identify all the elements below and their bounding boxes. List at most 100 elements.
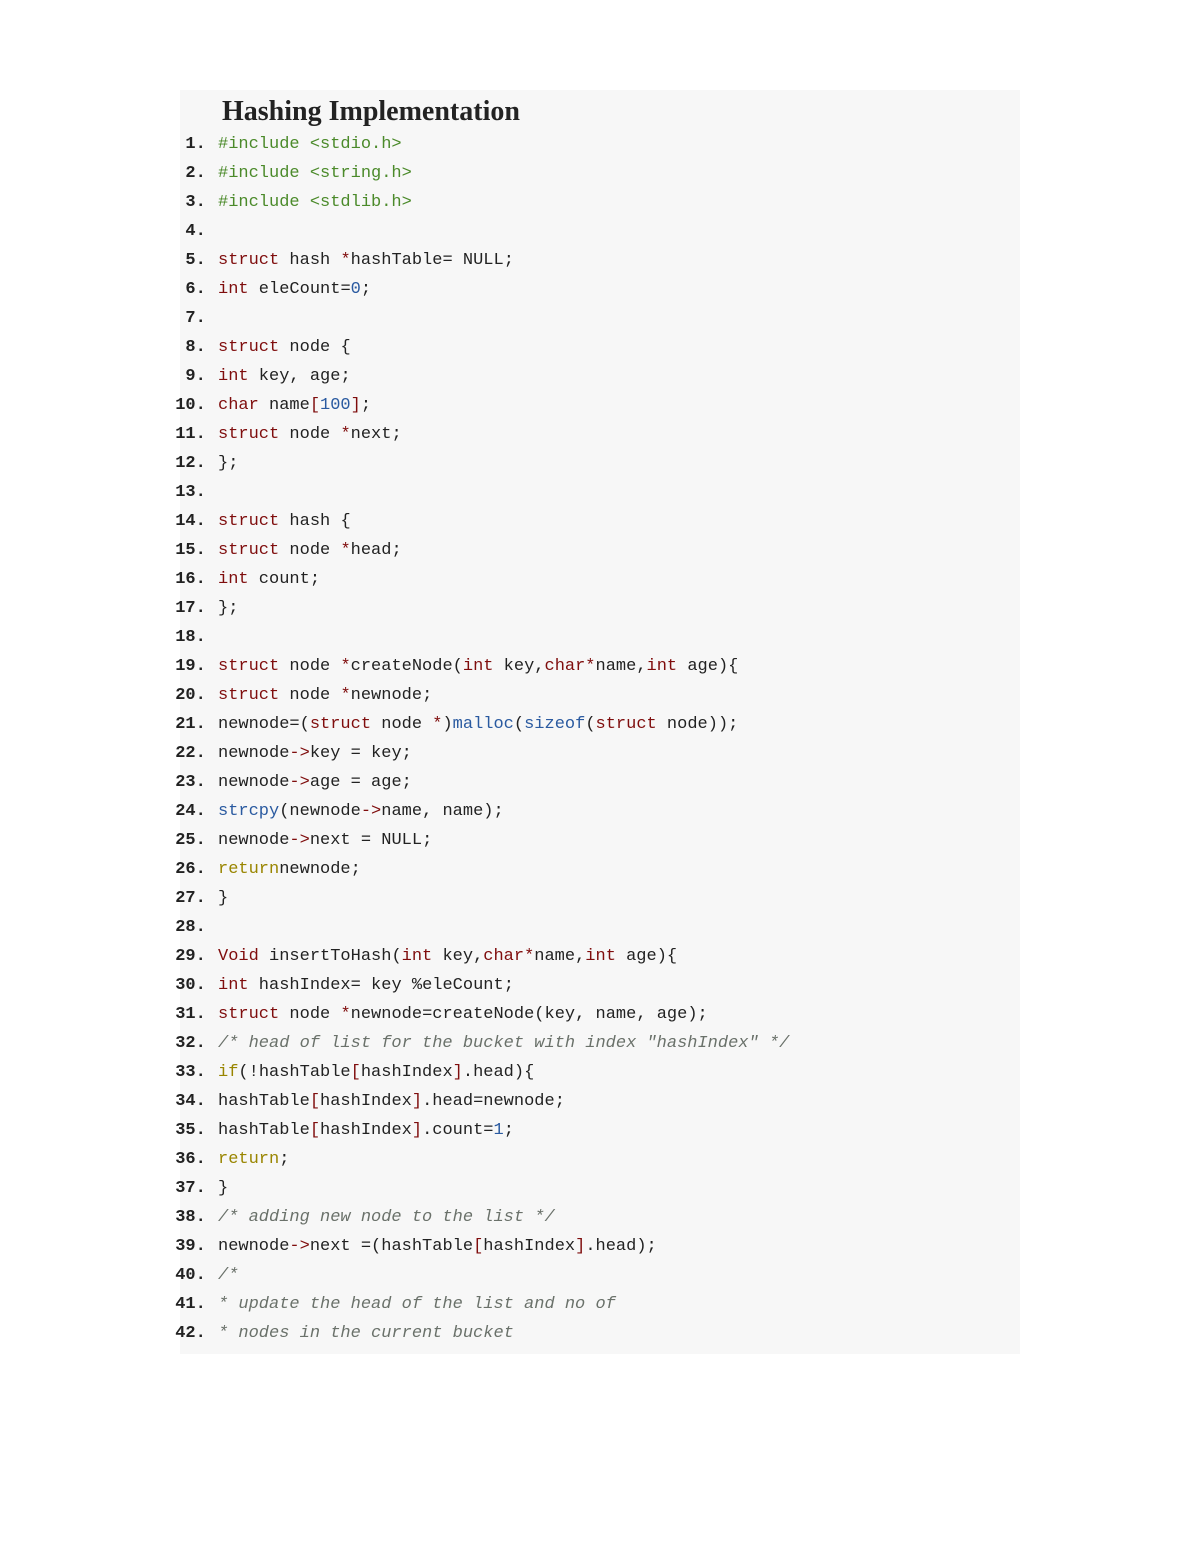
code-line: /* head of list for the bucket with inde… bbox=[216, 1029, 1014, 1058]
code-token: hashIndex bbox=[249, 976, 351, 995]
code-token: ) bbox=[514, 1063, 524, 1082]
code-token: ; bbox=[555, 1092, 565, 1111]
code-token: , bbox=[289, 367, 299, 386]
code-token: hashTable bbox=[218, 1092, 310, 1111]
code-token: int bbox=[647, 657, 678, 676]
code-token: newnode bbox=[218, 831, 289, 850]
code-token: ] bbox=[351, 396, 361, 415]
code-token: node bbox=[657, 715, 708, 734]
code-token: key bbox=[249, 367, 290, 386]
code-line bbox=[216, 217, 1014, 246]
code-token: name bbox=[381, 802, 422, 821]
code-token: strcpy bbox=[218, 802, 279, 821]
code-token: * bbox=[340, 657, 350, 676]
code-token: key bbox=[361, 976, 412, 995]
code-token: char* bbox=[545, 657, 596, 676]
code-block: Hashing Implementation #include <stdio.h… bbox=[180, 90, 1020, 1354]
code-line bbox=[216, 304, 1014, 333]
code-token: = bbox=[483, 1121, 493, 1140]
code-token: * bbox=[340, 251, 350, 270]
code-line: #include <string.h> bbox=[216, 159, 1014, 188]
code-token: ; bbox=[402, 744, 412, 763]
code-token: ( bbox=[453, 657, 463, 676]
code-token: ( bbox=[534, 1005, 544, 1024]
code-token: name bbox=[596, 657, 637, 676]
code-line: } bbox=[216, 884, 1014, 913]
code-token: /* bbox=[218, 1266, 238, 1285]
code-token: ) bbox=[483, 802, 493, 821]
code-token: age bbox=[310, 773, 351, 792]
code-token: insertToHash bbox=[259, 947, 392, 966]
code-token: * update the head of the list and no of bbox=[218, 1295, 616, 1314]
code-line: int hashIndex= key %eleCount; bbox=[216, 971, 1014, 1000]
code-token: hashIndex bbox=[483, 1237, 575, 1256]
code-token: struct bbox=[596, 715, 657, 734]
code-token: ; bbox=[504, 251, 514, 270]
code-line: hashTable[hashIndex].count=1; bbox=[216, 1116, 1014, 1145]
code-token: . bbox=[422, 1092, 432, 1111]
code-token: node bbox=[279, 425, 340, 444]
code-token: ( bbox=[514, 715, 524, 734]
code-token: key bbox=[310, 744, 351, 763]
code-token: , bbox=[575, 947, 585, 966]
code-token: ) bbox=[718, 657, 728, 676]
code-token: #include <stdio.h> bbox=[218, 135, 402, 154]
code-token: head bbox=[473, 1063, 514, 1082]
code-token: )) bbox=[708, 715, 728, 734]
code-token: return bbox=[218, 1150, 279, 1169]
code-token: head bbox=[596, 1237, 637, 1256]
page-title: Hashing Implementation bbox=[186, 90, 1014, 130]
code-token: node bbox=[279, 541, 340, 560]
code-token: ; bbox=[422, 831, 432, 850]
code-token: name bbox=[534, 947, 575, 966]
code-line: returnnewnode; bbox=[216, 855, 1014, 884]
code-token: age bbox=[677, 657, 718, 676]
code-token: -> bbox=[289, 831, 309, 850]
code-token: = bbox=[351, 773, 361, 792]
code-line: struct hash { bbox=[216, 507, 1014, 536]
code-token: , bbox=[534, 657, 544, 676]
code-token: eleCount bbox=[249, 280, 341, 299]
code-token: ; bbox=[361, 396, 371, 415]
code-line: Void insertToHash(int key,char*name,int … bbox=[216, 942, 1014, 971]
code-token: newnode bbox=[218, 773, 289, 792]
code-token: } bbox=[218, 1179, 228, 1198]
code-token: { bbox=[524, 1063, 534, 1082]
code-token: age bbox=[647, 1005, 688, 1024]
code-token: , bbox=[636, 657, 646, 676]
code-token: count bbox=[432, 1121, 483, 1140]
code-token: ( bbox=[371, 1237, 381, 1256]
code-line: int key, age; bbox=[216, 362, 1014, 391]
code-token: NULL bbox=[453, 251, 504, 270]
code-token: newnode bbox=[351, 1005, 422, 1024]
code-token: * bbox=[340, 1005, 350, 1024]
code-line: struct node *newnode=createNode(key, nam… bbox=[216, 1000, 1014, 1029]
document-page: Hashing Implementation #include <stdio.h… bbox=[0, 0, 1200, 1553]
code-token: #include <string.h> bbox=[218, 164, 412, 183]
code-token: node bbox=[279, 338, 340, 357]
code-token: age bbox=[300, 367, 341, 386]
code-token: key bbox=[432, 947, 473, 966]
code-token: count bbox=[249, 570, 310, 589]
code-token: -> bbox=[289, 773, 309, 792]
code-token: sizeof bbox=[524, 715, 585, 734]
code-line: newnode->next = NULL; bbox=[216, 826, 1014, 855]
code-token: #include <stdlib.h> bbox=[218, 193, 412, 212]
code-token: [ bbox=[310, 1092, 320, 1111]
code-line: strcpy(newnode->name, name); bbox=[216, 797, 1014, 826]
code-line: newnode->key = key; bbox=[216, 739, 1014, 768]
code-line: /* adding new node to the list */ bbox=[216, 1203, 1014, 1232]
code-line: struct hash *hashTable= NULL; bbox=[216, 246, 1014, 275]
code-line: }; bbox=[216, 594, 1014, 623]
code-token: node bbox=[279, 686, 340, 705]
code-token: struct bbox=[218, 657, 279, 676]
code-token: = bbox=[351, 976, 361, 995]
code-token: ) bbox=[636, 1237, 646, 1256]
code-token: if bbox=[218, 1063, 238, 1082]
code-token: struct bbox=[218, 541, 279, 560]
code-token: hashTable bbox=[381, 1237, 473, 1256]
code-token: ! bbox=[249, 1063, 259, 1082]
code-token: ; bbox=[728, 715, 738, 734]
code-token: ( bbox=[300, 715, 310, 734]
code-token: = bbox=[351, 744, 361, 763]
